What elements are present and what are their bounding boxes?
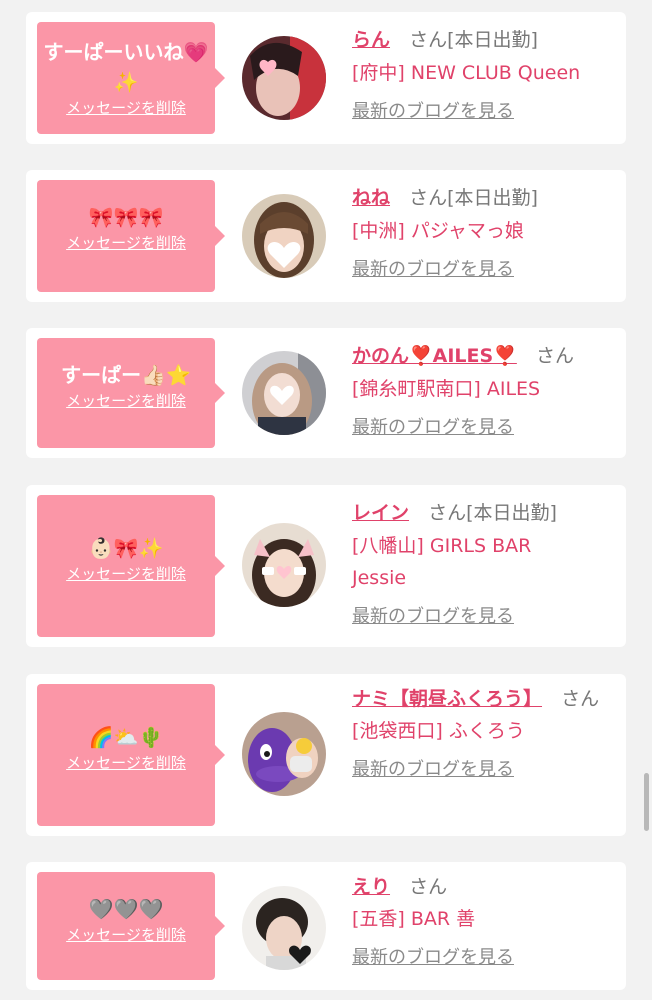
cast-name-link[interactable]: ナミ【朝昼ふくろう】 bbox=[352, 688, 542, 710]
cast-info: えり さん [五香] BAR 善 最新のブログを見る bbox=[352, 872, 616, 969]
cast-info: ねね さん[本日出勤] [中洲] パジャマっ娘 最新のブログを見る bbox=[352, 182, 616, 281]
delete-message-link[interactable]: メッセージを削除 bbox=[66, 390, 186, 411]
cast-info: らん さん[本日出勤] [府中] NEW CLUB Queen 最新のブログを見… bbox=[352, 24, 616, 123]
shop-name[interactable]: [中洲] パジャマっ娘 bbox=[352, 215, 616, 247]
message-bubble: すーぱー👍🏻⭐️ メッセージを削除 bbox=[37, 338, 225, 448]
cast-name-link[interactable]: かのん❣️AILES❣️ bbox=[352, 345, 517, 367]
shop-name-line2[interactable]: Jessie bbox=[352, 562, 616, 594]
list-item: すーぱーいいね💗 ✨ メッセージを削除 らん さん[本日出勤] [府中] NEW… bbox=[26, 12, 626, 144]
avatar[interactable] bbox=[242, 36, 326, 120]
delete-message-link[interactable]: メッセージを削除 bbox=[66, 97, 186, 118]
avatar[interactable] bbox=[242, 351, 326, 435]
delete-message-link[interactable]: メッセージを削除 bbox=[66, 752, 186, 773]
message-bubble: すーぱーいいね💗 ✨ メッセージを削除 bbox=[37, 22, 225, 134]
message-text: 👶🏻🎀✨ bbox=[88, 536, 164, 560]
cast-status: さん[本日出勤] bbox=[409, 29, 538, 51]
cast-info: レイン さん[本日出勤] [八幡山] GIRLS BAR Jessie 最新のブ… bbox=[352, 497, 616, 628]
latest-blog-link[interactable]: 最新のブログを見る bbox=[352, 943, 514, 969]
message-text: すーぱー👍🏻⭐️ bbox=[61, 363, 191, 387]
shop-name-line1[interactable]: [八幡山] GIRLS BAR bbox=[352, 530, 616, 562]
latest-blog-link[interactable]: 最新のブログを見る bbox=[352, 97, 514, 123]
message-text-line2: ✨ bbox=[113, 70, 139, 94]
latest-blog-link[interactable]: 最新のブログを見る bbox=[352, 755, 514, 781]
list-item: 🎀🎀🎀 メッセージを削除 ねね さん[本日出勤] [中洲] パジャマっ娘 最新の… bbox=[26, 170, 626, 302]
vertical-scrollbar[interactable] bbox=[644, 773, 649, 831]
list-item: すーぱー👍🏻⭐️ メッセージを削除 かのん❣️AILES❣️ さん [錦糸町駅南… bbox=[26, 328, 626, 458]
cast-info: かのん❣️AILES❣️ さん [錦糸町駅南口] AILES 最新のブログを見る bbox=[352, 340, 616, 439]
list-item: 👶🏻🎀✨ メッセージを削除 レイン さん[本日出勤] [八幡山] GIRLS B bbox=[26, 485, 626, 647]
avatar[interactable] bbox=[242, 712, 326, 796]
message-text: 🩶🩶🩶 bbox=[88, 897, 164, 921]
message-bubble: 👶🏻🎀✨ メッセージを削除 bbox=[37, 495, 225, 637]
list-item: 🌈⛅️🌵 メッセージを削除 ナミ【朝昼ふくろう】 さん [池袋西口] ふくろう bbox=[26, 674, 626, 836]
cast-status: さん bbox=[535, 345, 574, 367]
message-text-line1: すーぱーいいね💗 bbox=[43, 40, 209, 64]
delete-message-link[interactable]: メッセージを削除 bbox=[66, 232, 186, 253]
favorite-message-list: すーぱーいいね💗 ✨ メッセージを削除 らん さん[本日出勤] [府中] NEW… bbox=[0, 0, 652, 1000]
cast-status: さん bbox=[409, 876, 448, 898]
cast-name-link[interactable]: ねね bbox=[352, 187, 390, 209]
latest-blog-link[interactable]: 最新のブログを見る bbox=[352, 255, 514, 281]
delete-message-link[interactable]: メッセージを削除 bbox=[66, 563, 186, 584]
cast-name-link[interactable]: レイン bbox=[352, 502, 409, 524]
list-item: 🩶🩶🩶 メッセージを削除 えり さん [五香] BAR 善 最新のブログを見る bbox=[26, 862, 626, 990]
avatar[interactable] bbox=[242, 886, 326, 970]
avatar[interactable] bbox=[242, 194, 326, 278]
shop-name[interactable]: [五香] BAR 善 bbox=[352, 903, 616, 935]
message-text: 🎀🎀🎀 bbox=[88, 205, 164, 229]
delete-message-link[interactable]: メッセージを削除 bbox=[66, 924, 186, 945]
cast-name-link[interactable]: らん bbox=[352, 29, 390, 51]
cast-status: さん bbox=[561, 688, 600, 710]
message-text: 🌈⛅️🌵 bbox=[88, 725, 164, 749]
cast-info: ナミ【朝昼ふくろう】 さん [池袋西口] ふくろう 最新のブログを見る bbox=[352, 684, 616, 781]
shop-name[interactable]: [府中] NEW CLUB Queen bbox=[352, 57, 616, 89]
latest-blog-link[interactable]: 最新のブログを見る bbox=[352, 413, 514, 439]
cast-name-link[interactable]: えり bbox=[352, 876, 390, 898]
shop-name[interactable]: [錦糸町駅南口] AILES bbox=[352, 373, 616, 405]
message-bubble: 🎀🎀🎀 メッセージを削除 bbox=[37, 180, 225, 292]
cast-status: さん[本日出勤] bbox=[409, 187, 538, 209]
shop-name[interactable]: [池袋西口] ふくろう bbox=[352, 715, 616, 747]
message-bubble: 🩶🩶🩶 メッセージを削除 bbox=[37, 872, 225, 980]
avatar[interactable] bbox=[242, 523, 326, 607]
message-bubble: 🌈⛅️🌵 メッセージを削除 bbox=[37, 684, 225, 826]
cast-status: さん[本日出勤] bbox=[428, 502, 557, 524]
latest-blog-link[interactable]: 最新のブログを見る bbox=[352, 602, 514, 628]
